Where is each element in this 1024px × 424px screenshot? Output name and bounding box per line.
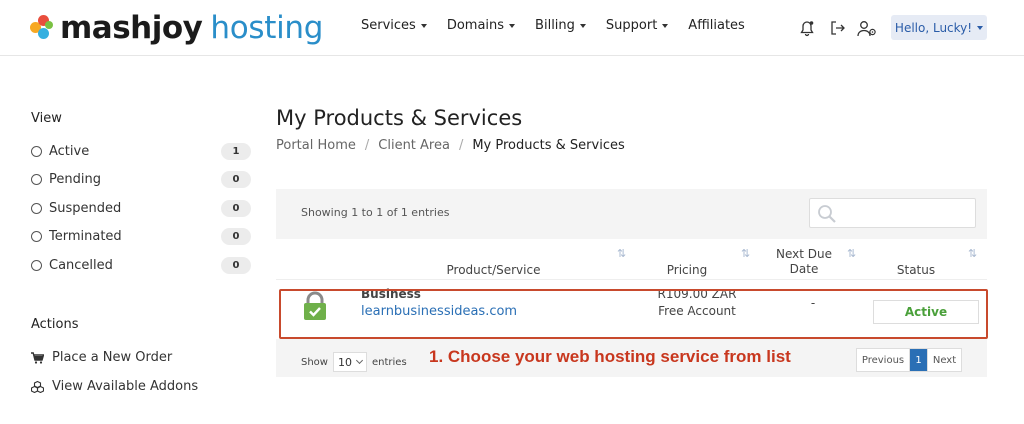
filter-count-badge: 0 [221,170,251,188]
filter-active[interactable]: Active 1 [31,141,251,161]
main-nav: Services Domains Billing Support Affilia… [361,18,765,33]
col-due-header[interactable]: Next Due Date [769,247,839,277]
filter-label: Terminated [49,228,122,244]
logout-icon[interactable] [826,18,848,38]
breadcrumb-separator: / [364,138,370,153]
show-label: Show [301,356,328,368]
table-header: Product/Service ⇅ Pricing ⇅ Next Due Dat… [276,239,987,279]
actions-title: Actions [31,317,79,332]
brand-sub: hosting [210,9,324,46]
breadcrumb-portal-home[interactable]: Portal Home [276,138,356,153]
pagination: Previous 1 Next [856,348,962,372]
instruction-annotation: 1. Choose your web hosting service from … [429,347,791,366]
view-title: View [31,111,62,126]
filter-label: Cancelled [49,257,113,273]
page-title: My Products & Services [276,106,523,130]
radio-icon[interactable] [31,145,42,157]
filter-count-badge: 0 [221,256,251,274]
radio-icon[interactable] [31,230,42,242]
action-label: Place a New Order [52,350,173,365]
col-status-header[interactable]: Status [881,263,951,278]
chevron-down-icon [355,356,364,365]
product-billing-cycle: Free Account [658,304,736,318]
filter-label: Active [49,143,90,159]
caret-down-icon [579,23,586,28]
radio-icon[interactable] [31,202,42,214]
entries-label: entries [371,356,407,368]
nav-support[interactable]: Support [605,18,669,33]
sort-icon[interactable]: ⇅ [847,247,856,260]
nav-affiliates-label: Affiliates [688,18,745,33]
radio-icon[interactable] [31,173,42,185]
col-pricing-header[interactable]: Pricing [652,263,722,278]
filter-suspended[interactable]: Suspended 0 [31,198,251,218]
col-due-line2: Date [789,262,819,276]
user-greeting: Hello, Lucky! [894,20,973,35]
filter-cancelled[interactable]: Cancelled 0 [31,255,251,275]
filter-count-badge: 1 [221,142,251,160]
page-size-value: 10 [337,355,352,369]
nav-domains-label: Domains [446,18,505,33]
nav-affiliates[interactable]: Affiliates [688,18,745,33]
nav-billing-label: Billing [535,18,575,33]
search-icon [817,204,837,228]
filter-label: Pending [49,171,101,187]
user-settings-icon[interactable] [856,18,878,38]
product-domain-link[interactable]: learnbusinessideas.com [361,304,517,319]
nav-billing[interactable]: Billing [535,18,586,33]
pagination-next[interactable]: Next [928,349,961,371]
sort-icon[interactable]: ⇅ [741,247,750,260]
status-badge: Active [873,300,979,324]
table-toolbar: Showing 1 to 1 of 1 entries [276,189,987,239]
caret-down-icon [509,23,516,28]
nav-services[interactable]: Services [361,18,427,33]
brand-name: mashjoy [60,9,203,46]
product-price: R109.00 ZAR [657,287,737,301]
breadcrumb-client-area[interactable]: Client Area [378,138,450,153]
user-menu-button[interactable]: Hello, Lucky! [891,15,987,40]
col-due-line1: Next Due [776,247,832,261]
page-size-select[interactable]: 10 [332,352,367,372]
page-size-control: Show 10 entries [301,352,407,372]
nav-domains[interactable]: Domains [446,18,516,33]
breadcrumb: Portal Home / Client Area / My Products … [276,138,625,153]
breadcrumb-separator: / [458,138,464,153]
nav-services-label: Services [361,18,416,33]
lock-icon [303,291,327,321]
header-icons [796,18,886,38]
logo-mark-icon [30,15,56,41]
brand-logo[interactable]: mashjoy hosting [30,8,323,48]
product-name: Business [361,287,421,301]
caret-down-icon [977,25,984,30]
table-search-input[interactable] [809,198,976,228]
filter-count-badge: 0 [221,199,251,217]
breadcrumb-current: My Products & Services [472,138,625,153]
place-new-order-link[interactable]: Place a New Order [31,350,172,365]
view-addons-link[interactable]: View Available Addons [31,379,198,394]
cubes-icon [31,380,45,393]
caret-down-icon [420,23,427,28]
nav-support-label: Support [605,18,658,33]
filter-terminated[interactable]: Terminated 0 [31,226,251,246]
radio-icon[interactable] [31,259,42,271]
pagination-page-current[interactable]: 1 [910,349,928,371]
action-label: View Available Addons [52,379,199,394]
pagination-previous[interactable]: Previous [857,349,910,371]
filter-label: Suspended [49,200,122,216]
sort-asc-icon[interactable]: ⇅ [968,247,977,260]
filter-count-badge: 0 [221,227,251,245]
col-product-header[interactable]: Product/Service [436,263,551,278]
notification-bell-icon[interactable] [796,18,818,38]
filter-pending[interactable]: Pending 0 [31,169,251,189]
entries-info: Showing 1 to 1 of 1 entries [301,206,450,219]
cart-icon [31,351,45,364]
sort-asc-icon[interactable]: ⇅ [617,247,626,260]
caret-down-icon [662,23,669,28]
top-header: mashjoy hosting Services Domains Billing… [0,0,1024,56]
product-next-due: - [810,296,816,310]
